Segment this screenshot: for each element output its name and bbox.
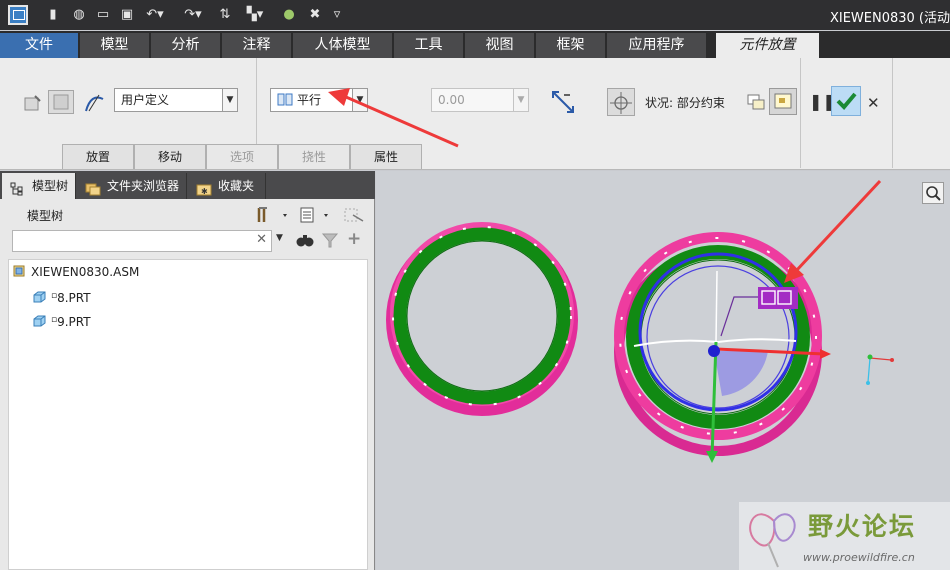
- tree-item-part[interactable]: ▫8.PRT: [33, 286, 91, 306]
- tab-model[interactable]: 模型: [80, 33, 150, 58]
- constraint-type-value: 平行: [297, 93, 322, 107]
- constraint-type-select[interactable]: 平行 ▼: [270, 88, 368, 112]
- constraint-set-value: 用户定义: [121, 93, 170, 107]
- graphics-viewport[interactable]: 野火论坛 www.proewildfire.cn: [376, 171, 950, 570]
- subtab-options[interactable]: 选项: [206, 144, 278, 169]
- tab-manikin[interactable]: 人体模型: [293, 33, 393, 58]
- ribbon-tabs: 文件 模型 分析 注释 人体模型 工具 视图 框架 应用程序 元件放置: [0, 31, 950, 58]
- cancel-icon[interactable]: ✕: [866, 94, 882, 111]
- tab-framework[interactable]: 框架: [536, 33, 606, 58]
- chevron-down-icon[interactable]: ▼: [513, 89, 528, 111]
- folders-icon: [85, 179, 101, 196]
- constraint-set-select[interactable]: 用户定义 ▼: [114, 88, 238, 112]
- tree-search: ✕: [12, 230, 272, 252]
- favorites-folder-icon: ✱: [196, 179, 212, 196]
- auto-constraint-icon[interactable]: [22, 92, 42, 112]
- nav-tab-label: 文件夹浏览器: [107, 179, 180, 193]
- part-icon: [33, 289, 46, 303]
- nav-tab-folder-browser[interactable]: 文件夹浏览器: [77, 173, 187, 199]
- new-icon[interactable]: ▮: [44, 6, 62, 24]
- nav-tab-label: 模型树: [32, 179, 69, 193]
- open-icon[interactable]: ◍: [70, 6, 88, 24]
- assembly-icon: [13, 263, 26, 277]
- chevron-down-icon[interactable]: ▼: [222, 89, 237, 111]
- nav-tab-label: 收藏夹: [218, 179, 255, 193]
- tab-view[interactable]: 视图: [465, 33, 535, 58]
- save-icon[interactable]: ▣: [118, 6, 136, 24]
- customize-icon[interactable]: ▿: [330, 6, 344, 24]
- part-icon: [33, 313, 46, 327]
- render-icon[interactable]: ●: [280, 6, 298, 24]
- tree-item-label: XIEWEN0830.ASM: [31, 265, 140, 279]
- nav-tab-model-tree[interactable]: 模型树: [2, 173, 76, 199]
- clear-icon[interactable]: ✕: [256, 232, 267, 247]
- curve-constraint-icon[interactable]: [82, 90, 106, 114]
- offset-value: 0.00: [438, 93, 465, 107]
- tab-annotate[interactable]: 注释: [222, 33, 292, 58]
- chevron-down-icon[interactable]: ▼: [276, 233, 283, 243]
- watermark-text: 野火论坛: [808, 512, 917, 541]
- tree-item-label: 9.PRT: [57, 315, 91, 329]
- watermark-url: www.proewildfire.cn: [803, 551, 915, 564]
- regenerate-icon[interactable]: ⇅: [216, 6, 234, 24]
- placement-status: 状况: 部分约束: [645, 96, 725, 110]
- tab-component-placement[interactable]: 元件放置: [716, 33, 820, 58]
- check-icon: [836, 92, 857, 110]
- tab-tools[interactable]: 工具: [394, 33, 464, 58]
- tree-icon: [10, 179, 26, 196]
- offset-input[interactable]: 0.00 ▼: [431, 88, 529, 112]
- tree-item-assembly[interactable]: XIEWEN0830.ASM: [13, 262, 139, 282]
- tab-file[interactable]: 文件: [0, 33, 79, 58]
- window-title: XIEWEN0830 (活动: [829, 11, 950, 26]
- nav-tab-favorites[interactable]: ✱ 收藏夹: [188, 173, 266, 199]
- navigator-tabs: 模型树 文件夹浏览器 ✱ 收藏夹: [0, 171, 375, 199]
- pause-icon[interactable]: ❚❚: [808, 92, 836, 112]
- separate-window-icon[interactable]: [744, 90, 766, 112]
- parallel-icon: [277, 91, 293, 113]
- add-icon[interactable]: +: [347, 229, 361, 249]
- chevron-down-icon[interactable]: ▼: [352, 89, 367, 111]
- flip-icon[interactable]: [549, 88, 575, 114]
- assembly-window-icon[interactable]: [769, 88, 797, 115]
- svg-text:✱: ✱: [201, 187, 208, 196]
- tree-item-label: 8.PRT: [57, 291, 91, 305]
- undo-icon[interactable]: ↶▾: [142, 6, 168, 24]
- subtab-placement[interactable]: 放置: [62, 144, 134, 169]
- tab-applications[interactable]: 应用程序: [607, 33, 707, 58]
- connection-icon[interactable]: [48, 90, 74, 114]
- find-icon[interactable]: [294, 229, 316, 251]
- coordinate-triad: [866, 354, 894, 385]
- folder-icon[interactable]: ▭: [94, 6, 112, 24]
- redo-icon[interactable]: ↷▾: [180, 6, 206, 24]
- show-menu-icon[interactable]: [298, 205, 334, 225]
- tree-header: 模型树: [27, 209, 64, 223]
- move-component-icon[interactable]: [607, 88, 635, 116]
- ribbon: 用户定义 ▼ 平行 ▼ 0.00 ▼ 状况: 部分约束 ❚❚ ✕ 放置 移动 选…: [0, 58, 950, 170]
- model-tree: XIEWEN0830.ASM ▫8.PRT ▫9.PRT: [8, 259, 368, 570]
- divider: [800, 58, 801, 168]
- subtab-move[interactable]: 移动: [134, 144, 206, 169]
- column-select-icon[interactable]: [343, 205, 365, 225]
- tree-item-part[interactable]: ▫9.PRT: [33, 310, 91, 330]
- divider: [892, 58, 893, 168]
- tab-analysis[interactable]: 分析: [151, 33, 221, 58]
- subtab-flexibility[interactable]: 挠性: [278, 144, 350, 169]
- filter-icon[interactable]: [320, 230, 340, 250]
- navigator-panel: 模型树 文件夹浏览器 ✱ 收藏夹 模型树 ✕ ▼ + XIEWEN0830.AS…: [0, 171, 375, 570]
- title-bar: ▮ ◍ ▭ ▣ ↶▾ ↷▾ ⇅ ▚▾ ● ✖ ▿ XIEWEN0830 (活动: [0, 0, 950, 30]
- zoom-icon[interactable]: [922, 182, 944, 204]
- part-ring-left[interactable]: [386, 222, 578, 416]
- tree-search-input[interactable]: [13, 231, 251, 251]
- app-logo-icon[interactable]: [8, 5, 28, 25]
- windows-icon[interactable]: ▚▾: [240, 6, 270, 24]
- close-window-icon[interactable]: ✖: [306, 6, 324, 24]
- confirm-button[interactable]: [831, 86, 861, 116]
- subtab-properties[interactable]: 属性: [350, 144, 422, 169]
- callout-arrow: [784, 179, 882, 283]
- tree-settings-icon[interactable]: [255, 205, 291, 225]
